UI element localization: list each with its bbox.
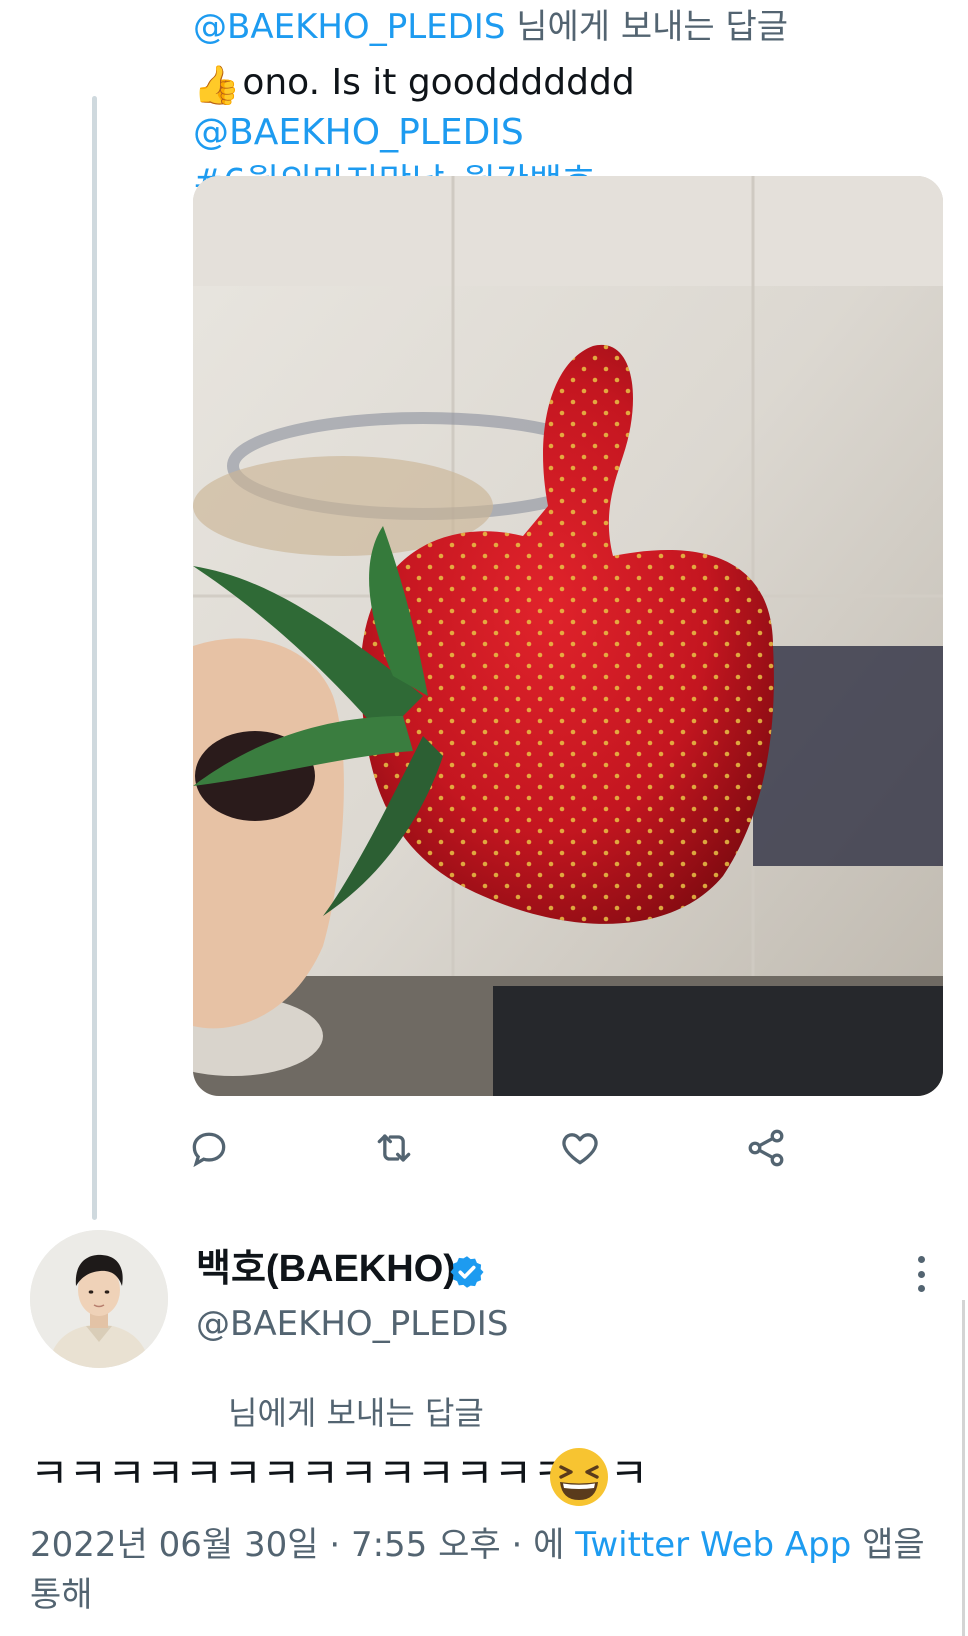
reply-to-handle-link[interactable]: @BAEKHO_PLEDIS	[193, 7, 505, 47]
strawberry-thumbs-up-illustration	[193, 176, 943, 1096]
parent-tweet-body: ono. Is it gooddddddd	[242, 62, 635, 103]
reply-to-suffix: 님에게 보내는 답글	[505, 7, 789, 47]
reply-to-header: @BAEKHO_PLEDIS 님에게 보내는 답글	[193, 4, 788, 50]
author-avatar[interactable]	[30, 1230, 168, 1368]
author-username[interactable]: @BAEKHO_PLEDIS	[196, 1300, 508, 1348]
thumbs-up-emoji: 👍	[193, 63, 241, 107]
tweet-date: 2022년 06월 30일	[30, 1525, 319, 1565]
reply-icon	[192, 1132, 226, 1168]
scrollbar-edge	[962, 1300, 965, 1636]
meta-separator: ·	[318, 1525, 351, 1565]
author-display-name[interactable]: 백호(BAEKHO)	[196, 1244, 456, 1294]
retweet-icon	[377, 1134, 411, 1162]
avatar-portrait-image	[30, 1230, 168, 1368]
like-button[interactable]	[550, 1118, 610, 1178]
verified-badge-icon	[450, 1256, 484, 1288]
more-options-button[interactable]	[901, 1252, 941, 1296]
more-dot-icon	[917, 1285, 925, 1292]
heart-icon	[562, 1133, 598, 1165]
mention-link[interactable]: @BAEKHO_PLEDIS	[193, 112, 524, 153]
share-button[interactable]	[736, 1118, 796, 1178]
more-dot-icon	[917, 1270, 925, 1278]
grinning-squinting-face-emoji	[550, 1448, 608, 1506]
via-prefix: · 에	[500, 1525, 576, 1565]
more-dot-icon	[917, 1256, 925, 1263]
tweet-metadata: 2022년 06월 30일 · 7:55 오후 · 에 Twitter Web …	[30, 1520, 930, 1620]
reply-button[interactable]	[179, 1118, 239, 1178]
source-app-link[interactable]: Twitter Web App	[575, 1525, 851, 1565]
share-icon	[748, 1129, 784, 1167]
reply-context-label: 님에게 보내는 답글	[228, 1394, 484, 1432]
tweet-photo[interactable]	[193, 176, 943, 1096]
retweet-button[interactable]	[364, 1118, 424, 1178]
tweet-time: 7:55 오후	[350, 1525, 501, 1565]
tweet-action-bar	[0, 1118, 968, 1178]
thread-connector-line	[92, 96, 97, 1220]
